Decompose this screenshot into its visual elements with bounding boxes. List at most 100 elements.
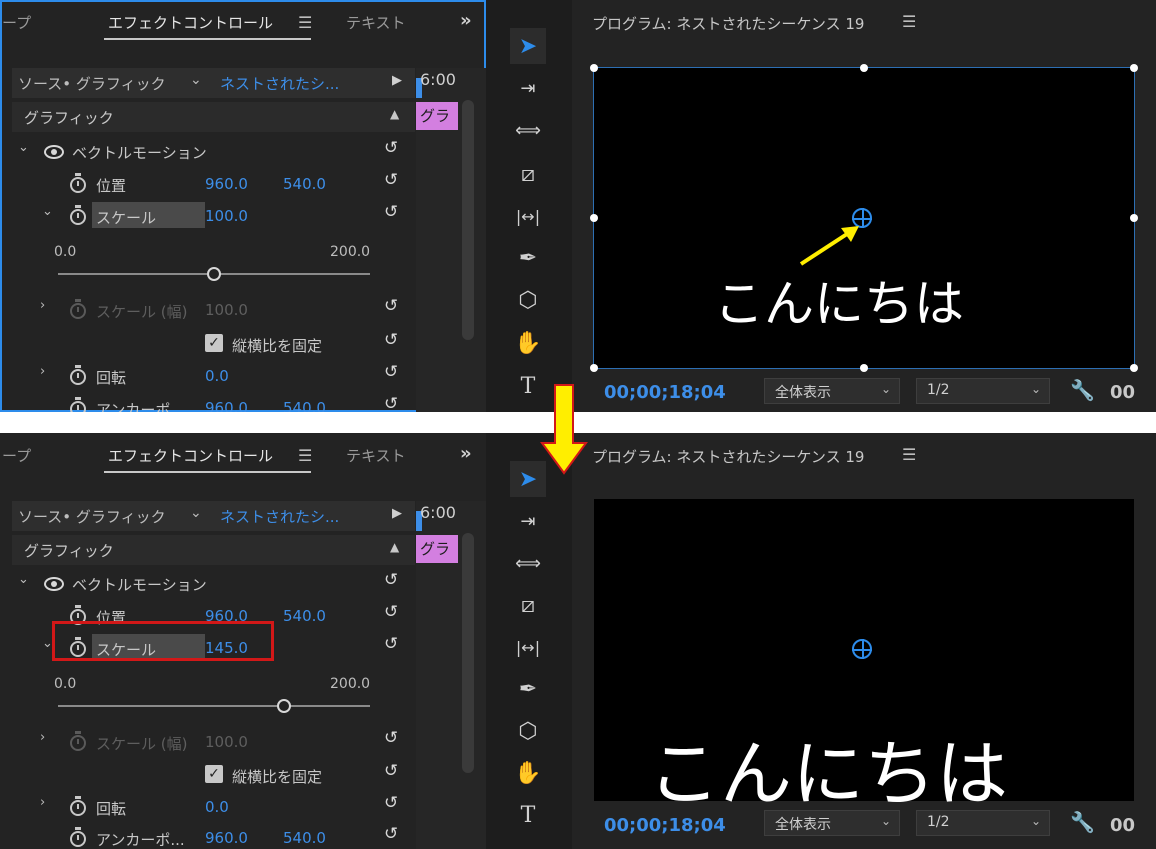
stopwatch-icon[interactable]: [70, 205, 86, 225]
program-frame[interactable]: こんにちは: [594, 499, 1134, 816]
reset-icon[interactable]: ↺: [384, 394, 398, 412]
effect-timeline[interactable]: 6:00 グラ: [416, 68, 486, 412]
scale-slider-track[interactable]: [58, 705, 370, 707]
track-select-tool[interactable]: ⇥: [510, 70, 546, 106]
razor-tool[interactable]: ⧄: [510, 587, 546, 623]
vertical-scrollbar[interactable]: [462, 100, 474, 340]
effect-timeline[interactable]: 6:00 グラ: [416, 501, 486, 849]
twirl-open-icon[interactable]: ⌄: [18, 140, 29, 155]
reset-icon[interactable]: ↺: [384, 570, 398, 590]
tab-text[interactable]: テキスト: [346, 12, 406, 33]
source-clip-dropdown[interactable]: ネストされたシ...: [220, 506, 339, 527]
hand-tool[interactable]: ✋: [510, 755, 546, 791]
rotation-value[interactable]: 0.0: [205, 367, 229, 385]
tab-effect-controls[interactable]: エフェクトコントロール: [108, 445, 273, 466]
twirl-open-icon[interactable]: ⌄: [42, 204, 53, 219]
playhead-timecode[interactable]: 00;00;18;04: [604, 382, 726, 403]
stopwatch-icon[interactable]: [70, 397, 86, 412]
reset-icon[interactable]: ↺: [384, 138, 398, 158]
resolution-dropdown[interactable]: 1/2 ⌄: [916, 378, 1050, 404]
clip-bar[interactable]: グラ: [416, 535, 458, 563]
section-header[interactable]: グラフィック ▲: [12, 102, 415, 132]
reset-icon[interactable]: ↺: [384, 362, 398, 382]
position-x-value[interactable]: 960.0: [205, 175, 248, 193]
reset-icon[interactable]: ↺: [384, 761, 398, 781]
transform-handle[interactable]: [590, 64, 598, 72]
stopwatch-icon[interactable]: [70, 365, 86, 385]
overflow-icon[interactable]: »: [460, 10, 472, 31]
shape-tool[interactable]: ⬡: [510, 713, 546, 749]
rotation-value[interactable]: 0.0: [205, 798, 229, 816]
reset-icon[interactable]: ↺: [384, 202, 398, 222]
position-y-value[interactable]: 540.0: [283, 607, 326, 625]
transform-handle[interactable]: [1130, 364, 1138, 372]
reset-icon[interactable]: ↺: [384, 634, 398, 654]
scale-value[interactable]: 100.0: [205, 207, 248, 225]
clip-bar[interactable]: グラ: [416, 102, 458, 130]
anchor-y-value[interactable]: 540.0: [283, 399, 326, 412]
play-icon[interactable]: ▶: [392, 506, 402, 521]
stopwatch-icon[interactable]: [70, 173, 86, 193]
reset-icon[interactable]: ↺: [384, 793, 398, 813]
panel-menu-icon[interactable]: ☰: [902, 445, 916, 464]
collapse-icon[interactable]: ▲: [390, 540, 399, 554]
twirl-open-icon[interactable]: ⌄: [18, 572, 29, 587]
transform-handle[interactable]: [860, 364, 868, 372]
tab-effect-controls[interactable]: エフェクトコントロール: [108, 12, 273, 33]
ripple-edit-tool[interactable]: ⟺: [510, 545, 546, 581]
reset-icon[interactable]: ↺: [384, 602, 398, 622]
twirl-closed-icon[interactable]: ›: [40, 730, 45, 745]
type-tool[interactable]: T: [510, 797, 546, 833]
play-icon[interactable]: ▶: [392, 73, 402, 88]
tab-text[interactable]: テキスト: [346, 445, 406, 466]
chevron-down-icon[interactable]: ⌄: [190, 72, 202, 88]
slip-tool[interactable]: |↔|: [510, 629, 546, 665]
pen-tool[interactable]: ✒: [510, 240, 546, 276]
tab-partial[interactable]: ープ: [2, 445, 31, 466]
zoom-dropdown[interactable]: 全体表示 ⌄: [764, 378, 900, 404]
reset-icon[interactable]: ↺: [384, 330, 398, 350]
playhead-timecode[interactable]: 00;00;18;04: [604, 815, 726, 836]
anchor-point-crosshair[interactable]: [852, 639, 872, 659]
scale-slider-thumb[interactable]: [207, 267, 221, 281]
selection-tool[interactable]: ➤: [510, 28, 546, 64]
pen-tool[interactable]: ✒: [510, 671, 546, 707]
scale-slider-thumb[interactable]: [277, 699, 292, 713]
slip-tool[interactable]: |↔|: [510, 198, 546, 234]
eye-icon[interactable]: [44, 145, 64, 159]
twirl-closed-icon[interactable]: ›: [40, 795, 45, 810]
transform-handle[interactable]: [1130, 214, 1138, 222]
transform-handle[interactable]: [1130, 64, 1138, 72]
transform-handle[interactable]: [590, 364, 598, 372]
vertical-scrollbar[interactable]: [462, 533, 474, 773]
lock-aspect-checkbox[interactable]: ✓: [205, 765, 223, 783]
resolution-dropdown[interactable]: 1/2 ⌄: [916, 810, 1050, 836]
razor-tool[interactable]: ⧄: [510, 156, 546, 192]
panel-menu-icon[interactable]: ☰: [298, 13, 312, 32]
transform-handle[interactable]: [590, 214, 598, 222]
twirl-closed-icon[interactable]: ›: [40, 364, 45, 379]
tab-partial[interactable]: ープ: [2, 12, 31, 33]
source-clip-dropdown[interactable]: ネストされたシ...: [220, 73, 339, 94]
stopwatch-icon[interactable]: [70, 827, 86, 847]
track-select-tool[interactable]: ⇥: [510, 503, 546, 539]
chevron-down-icon[interactable]: ⌄: [190, 505, 202, 521]
collapse-icon[interactable]: ▲: [390, 107, 399, 121]
panel-menu-icon[interactable]: ☰: [902, 12, 916, 31]
panel-menu-icon[interactable]: ☰: [298, 446, 312, 465]
shape-tool[interactable]: ⬡: [510, 282, 546, 318]
wrench-icon[interactable]: 🔧: [1070, 810, 1095, 834]
zoom-dropdown[interactable]: 全体表示 ⌄: [764, 810, 900, 836]
anchor-x-value[interactable]: 960.0: [205, 399, 248, 412]
wrench-icon[interactable]: 🔧: [1070, 378, 1095, 402]
transform-handle[interactable]: [860, 64, 868, 72]
section-header[interactable]: グラフィック ▲: [12, 535, 415, 565]
ripple-edit-tool[interactable]: ⟺: [510, 112, 546, 148]
eye-icon[interactable]: [44, 577, 64, 591]
anchor-y-value[interactable]: 540.0: [283, 829, 326, 847]
hand-tool[interactable]: ✋: [510, 325, 546, 361]
position-y-value[interactable]: 540.0: [283, 175, 326, 193]
stopwatch-icon[interactable]: [70, 796, 86, 816]
reset-icon[interactable]: ↺: [384, 170, 398, 190]
anchor-x-value[interactable]: 960.0: [205, 829, 248, 847]
